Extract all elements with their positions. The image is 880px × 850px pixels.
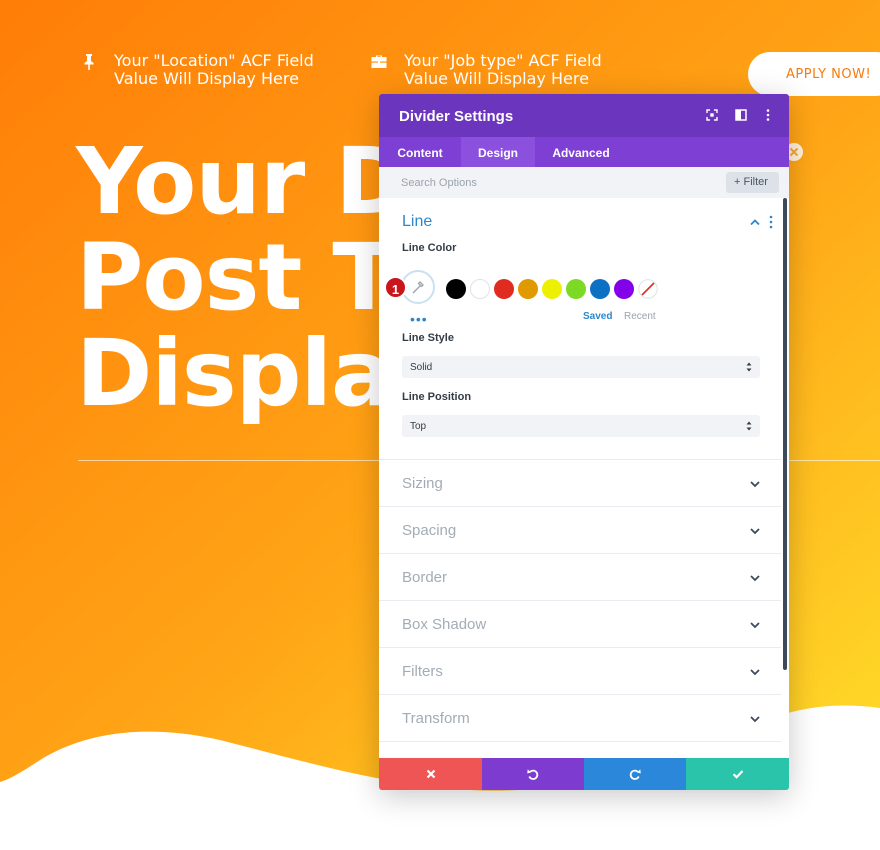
filters-option-group[interactable]: Filters	[379, 648, 781, 695]
tab-content[interactable]: Content	[379, 137, 461, 167]
group-title: Filters	[402, 663, 443, 680]
jobtype-text: Your "Job type" ACF Field Value Will Dis…	[404, 51, 602, 88]
chevron-down-icon	[750, 481, 760, 488]
swatch-yellow[interactable]	[542, 279, 562, 299]
redo-icon	[629, 769, 641, 780]
more-options-icon[interactable]	[760, 107, 776, 123]
fullscreen-icon[interactable]	[704, 107, 720, 123]
cancel-button[interactable]	[379, 758, 482, 790]
swatch-black[interactable]	[446, 279, 466, 299]
redo-button[interactable]	[584, 758, 686, 790]
swatch-green[interactable]	[566, 279, 586, 299]
tab-advanced[interactable]: Advanced	[535, 137, 627, 167]
line-style-label: Line Style	[402, 332, 454, 344]
select-arrows-icon	[746, 421, 752, 431]
transform-option-group[interactable]: Transform	[379, 695, 781, 742]
location-text: Your "Location" ACF Field Value Will Dis…	[114, 51, 314, 88]
chevron-down-icon	[750, 622, 760, 629]
step-number-badge: 1	[384, 276, 407, 299]
group-title: Transform	[402, 710, 470, 727]
tab-design[interactable]: Design	[461, 137, 535, 167]
undo-button[interactable]	[482, 758, 584, 790]
swatch-orange[interactable]	[518, 279, 538, 299]
group-more-icon[interactable]	[769, 215, 773, 229]
line-position-value: Top	[410, 421, 427, 432]
box-shadow-option-group[interactable]: Box Shadow	[379, 601, 781, 648]
modal-tabs: Content Design Advanced	[379, 137, 789, 167]
undo-icon	[527, 769, 539, 780]
sizing-option-group[interactable]: Sizing	[379, 460, 781, 507]
more-colors-icon[interactable]: •••	[410, 312, 428, 326]
filter-button[interactable]: + Filter	[726, 172, 779, 193]
line-position-select[interactable]: Top	[402, 415, 760, 437]
divider-settings-modal: Divider Settings Content Design Advanced…	[379, 94, 789, 790]
chevron-down-icon	[750, 669, 760, 676]
modal-scrollbar[interactable]	[783, 198, 787, 670]
spacing-option-group[interactable]: Spacing	[379, 507, 781, 554]
location-field: Your "Location" ACF Field Value Will Dis…	[80, 52, 340, 92]
swatch-white[interactable]	[470, 279, 490, 299]
modal-header: Divider Settings	[379, 94, 789, 137]
select-arrows-icon	[746, 362, 752, 372]
chevron-down-icon	[750, 528, 760, 535]
save-button[interactable]	[686, 758, 789, 790]
search-bar: + Filter	[379, 167, 789, 198]
group-title: Border	[402, 569, 448, 586]
swatch-blue[interactable]	[590, 279, 610, 299]
modal-body: Line Line Color 1 ••• Saved Recent Line …	[379, 198, 781, 758]
group-title: Spacing	[402, 522, 457, 539]
line-color-label: Line Color	[402, 242, 457, 254]
checkmark-icon	[732, 770, 743, 779]
swatch-purple[interactable]	[614, 279, 634, 299]
chevron-down-icon	[750, 575, 760, 582]
border-option-group[interactable]: Border	[379, 554, 781, 601]
modal-footer	[379, 758, 789, 790]
saved-colors-tab[interactable]: Saved	[583, 311, 612, 322]
group-title: Box Shadow	[402, 616, 487, 633]
chevron-up-icon[interactable]	[749, 218, 761, 226]
recent-colors-tab[interactable]: Recent	[624, 311, 656, 322]
line-style-select[interactable]: Solid	[402, 356, 760, 378]
jobtype-field: Your "Job type" ACF Field Value Will Dis…	[370, 52, 630, 92]
pushpin-icon	[84, 54, 94, 70]
modal-title: Divider Settings	[399, 108, 514, 125]
close-icon	[426, 769, 435, 779]
group-title: Sizing	[402, 475, 443, 492]
line-style-value: Solid	[410, 362, 433, 373]
apply-now-button[interactable]: APPLY NOW!	[748, 52, 880, 96]
line-group-title[interactable]: Line	[402, 213, 432, 231]
no-color-swatch-icon[interactable]	[638, 279, 658, 299]
search-options-input[interactable]	[379, 167, 709, 198]
briefcase-icon	[371, 55, 387, 68]
line-option-group: Line Line Color 1 ••• Saved Recent Line …	[379, 198, 781, 460]
swatch-red[interactable]	[494, 279, 514, 299]
line-position-label: Line Position	[402, 391, 472, 403]
split-view-icon[interactable]	[733, 107, 749, 123]
chevron-down-icon	[750, 716, 760, 723]
